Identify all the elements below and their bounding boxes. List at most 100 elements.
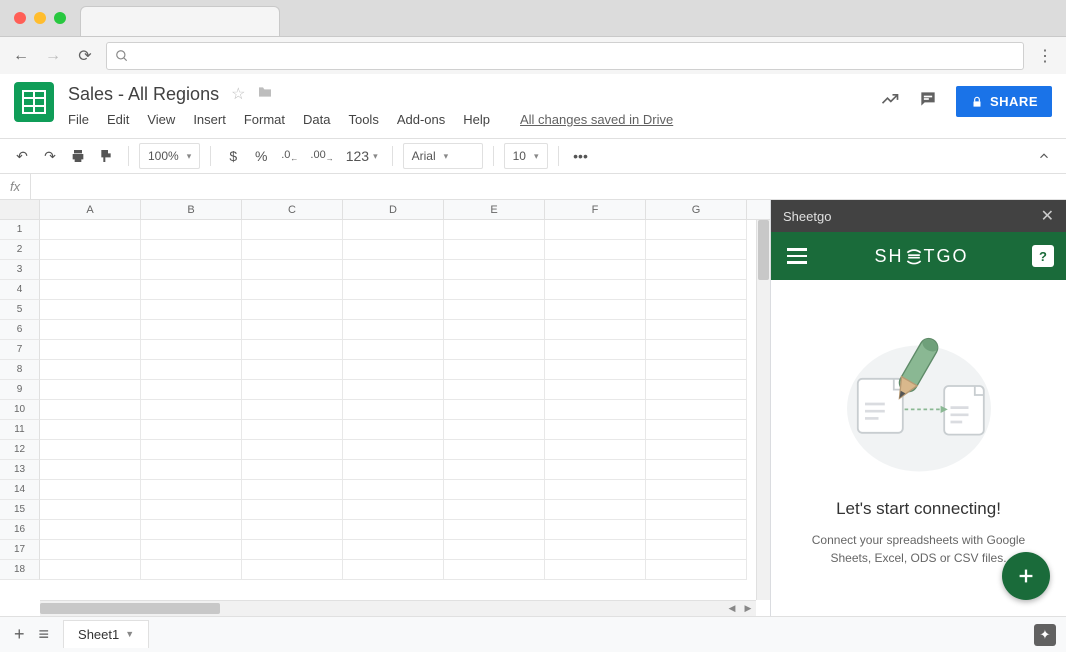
cell[interactable] bbox=[444, 560, 545, 580]
cell[interactable] bbox=[40, 300, 141, 320]
cell[interactable] bbox=[343, 500, 444, 520]
menu-edit[interactable]: Edit bbox=[107, 112, 129, 127]
cell[interactable] bbox=[646, 560, 747, 580]
menu-data[interactable]: Data bbox=[303, 112, 330, 127]
row-header[interactable]: 14 bbox=[0, 480, 40, 500]
scrollbar-thumb[interactable] bbox=[758, 220, 769, 280]
font-select[interactable]: Arial bbox=[403, 143, 483, 169]
cell[interactable] bbox=[545, 440, 646, 460]
cell[interactable] bbox=[646, 240, 747, 260]
cell[interactable] bbox=[444, 420, 545, 440]
cell[interactable] bbox=[40, 440, 141, 460]
row-header[interactable]: 6 bbox=[0, 320, 40, 340]
cell[interactable] bbox=[545, 460, 646, 480]
row-header[interactable]: 12 bbox=[0, 440, 40, 460]
row-header[interactable]: 7 bbox=[0, 340, 40, 360]
window-maximize-icon[interactable] bbox=[54, 12, 66, 24]
help-button[interactable]: ? bbox=[1032, 245, 1054, 267]
cell[interactable] bbox=[646, 380, 747, 400]
cell[interactable] bbox=[40, 380, 141, 400]
cell[interactable] bbox=[343, 280, 444, 300]
cell[interactable] bbox=[40, 360, 141, 380]
cell[interactable] bbox=[242, 480, 343, 500]
menu-addons[interactable]: Add-ons bbox=[397, 112, 445, 127]
cell[interactable] bbox=[40, 220, 141, 240]
cell[interactable] bbox=[141, 440, 242, 460]
currency-button[interactable]: $ bbox=[221, 143, 245, 169]
collapse-toolbar-button[interactable] bbox=[1032, 143, 1056, 169]
cell[interactable] bbox=[242, 420, 343, 440]
cell[interactable] bbox=[40, 480, 141, 500]
cell[interactable] bbox=[40, 260, 141, 280]
cell[interactable] bbox=[141, 300, 242, 320]
cell[interactable] bbox=[444, 360, 545, 380]
cell[interactable] bbox=[242, 260, 343, 280]
cell[interactable] bbox=[141, 420, 242, 440]
share-button[interactable]: SHARE bbox=[956, 86, 1052, 117]
cell[interactable] bbox=[545, 260, 646, 280]
spreadsheet-grid[interactable]: A B C D E F G 12345678910111213141516171… bbox=[0, 200, 770, 616]
back-button[interactable]: ← bbox=[10, 47, 32, 65]
cell[interactable] bbox=[242, 220, 343, 240]
cell[interactable] bbox=[141, 380, 242, 400]
scrollbar-thumb[interactable] bbox=[40, 603, 220, 614]
row-header[interactable]: 18 bbox=[0, 560, 40, 580]
cell[interactable] bbox=[141, 320, 242, 340]
cell[interactable] bbox=[343, 440, 444, 460]
cell[interactable] bbox=[242, 560, 343, 580]
cell[interactable] bbox=[40, 420, 141, 440]
cell[interactable] bbox=[242, 440, 343, 460]
row-header[interactable]: 17 bbox=[0, 540, 40, 560]
cell[interactable] bbox=[141, 260, 242, 280]
cell[interactable] bbox=[242, 300, 343, 320]
cell[interactable] bbox=[343, 460, 444, 480]
menu-format[interactable]: Format bbox=[244, 112, 285, 127]
cell[interactable] bbox=[646, 300, 747, 320]
cell[interactable] bbox=[242, 400, 343, 420]
horizontal-scrollbar[interactable]: ◀ ▶ bbox=[40, 600, 756, 616]
cell[interactable] bbox=[444, 400, 545, 420]
row-header[interactable]: 5 bbox=[0, 300, 40, 320]
cell[interactable] bbox=[141, 340, 242, 360]
cell[interactable] bbox=[545, 300, 646, 320]
col-header[interactable]: F bbox=[545, 200, 646, 219]
cell[interactable] bbox=[40, 460, 141, 480]
cell[interactable] bbox=[646, 480, 747, 500]
cell[interactable] bbox=[141, 460, 242, 480]
decrease-decimal-button[interactable]: .0← bbox=[277, 143, 302, 169]
cell[interactable] bbox=[242, 540, 343, 560]
cell[interactable] bbox=[141, 540, 242, 560]
cell[interactable] bbox=[141, 280, 242, 300]
cell[interactable] bbox=[646, 540, 747, 560]
col-header[interactable]: C bbox=[242, 200, 343, 219]
chevron-down-icon[interactable]: ▼ bbox=[125, 629, 134, 639]
sheet-tab-1[interactable]: Sheet1 ▼ bbox=[63, 620, 149, 648]
add-connection-fab[interactable] bbox=[1002, 552, 1050, 600]
window-minimize-icon[interactable] bbox=[34, 12, 46, 24]
cell[interactable] bbox=[141, 560, 242, 580]
cell[interactable] bbox=[444, 300, 545, 320]
cell[interactable] bbox=[343, 260, 444, 280]
cell[interactable] bbox=[343, 380, 444, 400]
close-icon[interactable]: ✕ bbox=[1041, 206, 1054, 226]
cell[interactable] bbox=[444, 340, 545, 360]
cell[interactable] bbox=[343, 320, 444, 340]
add-sheet-button[interactable]: + bbox=[14, 624, 25, 645]
cell[interactable] bbox=[141, 520, 242, 540]
menu-help[interactable]: Help bbox=[463, 112, 490, 127]
print-button[interactable] bbox=[66, 143, 90, 169]
cell[interactable] bbox=[40, 520, 141, 540]
row-header[interactable]: 8 bbox=[0, 360, 40, 380]
cell[interactable] bbox=[646, 440, 747, 460]
row-header[interactable]: 16 bbox=[0, 520, 40, 540]
formula-input[interactable] bbox=[30, 174, 1056, 199]
window-close-icon[interactable] bbox=[14, 12, 26, 24]
hamburger-menu-button[interactable] bbox=[783, 244, 811, 268]
address-bar[interactable] bbox=[106, 42, 1024, 70]
cell[interactable] bbox=[141, 220, 242, 240]
cell[interactable] bbox=[242, 320, 343, 340]
vertical-scrollbar[interactable] bbox=[756, 220, 770, 600]
cell[interactable] bbox=[242, 380, 343, 400]
cell[interactable] bbox=[545, 380, 646, 400]
cell[interactable] bbox=[444, 220, 545, 240]
